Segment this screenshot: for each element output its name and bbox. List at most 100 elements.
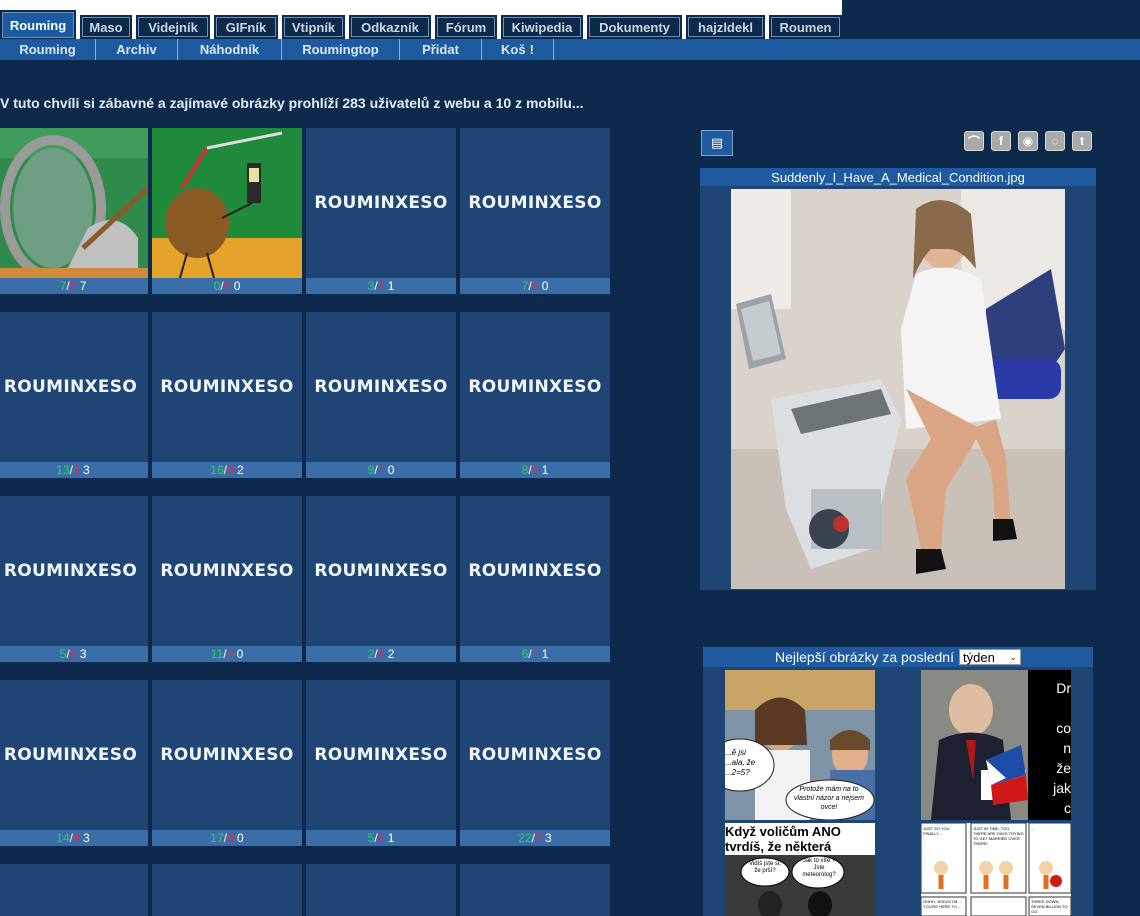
tab-videjn-k[interactable]: Videjník: [136, 15, 210, 39]
downvotes[interactable]: 0: [532, 279, 539, 293]
grid-thumbnail[interactable]: ROUMINXESO: [306, 312, 456, 462]
grid-thumbnail[interactable]: [0, 864, 148, 916]
twitter-icon[interactable]: t: [1072, 131, 1092, 151]
list-view-button[interactable]: ▤: [701, 130, 733, 156]
downvotes[interactable]: 0: [227, 831, 234, 845]
comment-count[interactable]: 0: [234, 279, 241, 293]
tab-rouming[interactable]: Rouming: [0, 10, 76, 40]
comment-count[interactable]: 3: [80, 647, 87, 661]
comment-count[interactable]: 3: [83, 463, 90, 477]
downvotes[interactable]: 8: [70, 279, 77, 293]
grid-thumbnail[interactable]: [306, 864, 456, 916]
upvotes[interactable]: 5: [368, 831, 375, 845]
upvotes[interactable]: 0: [214, 279, 221, 293]
downvotes[interactable]: 2: [378, 279, 385, 293]
grid-thumbnail[interactable]: ROUMINXESO: [460, 496, 610, 646]
android-icon[interactable]: ◉: [1018, 131, 1038, 151]
upvotes[interactable]: 16: [210, 463, 223, 477]
upvotes[interactable]: 3: [368, 279, 375, 293]
grid-thumbnail[interactable]: [152, 864, 302, 916]
vote-stats: 17/0 0: [152, 830, 302, 846]
grid-thumbnail[interactable]: ROUMINXESO: [460, 312, 610, 462]
upvotes[interactable]: 7: [522, 279, 529, 293]
grid-thumbnail[interactable]: ROUMINXESO: [152, 312, 302, 462]
tab-vtipn-k[interactable]: Vtipník: [282, 15, 345, 39]
tab-roumen[interactable]: Roumen: [769, 15, 842, 39]
upvotes[interactable]: 11: [211, 647, 223, 661]
messenger-icon[interactable]: ◌: [1045, 131, 1065, 151]
downvotes[interactable]: 0: [378, 647, 385, 661]
downvotes[interactable]: 0: [532, 463, 539, 477]
upvotes[interactable]: 13: [56, 463, 69, 477]
downvotes[interactable]: 1: [532, 647, 539, 661]
tab-gifn-k[interactable]: GIFník: [214, 15, 278, 39]
comment-count[interactable]: 0: [542, 279, 549, 293]
comment-count[interactable]: 1: [542, 647, 549, 661]
grid-thumbnail[interactable]: ROUMINXESO: [306, 128, 456, 278]
best-thumb-1[interactable]: ...ě jsi ...ala, že ...2=5? Protože mám …: [725, 670, 875, 820]
comment-count[interactable]: 1: [388, 279, 395, 293]
comment-count[interactable]: 0: [237, 647, 244, 661]
grid-thumbnail[interactable]: [460, 864, 610, 916]
grid-thumbnail[interactable]: ROUMINXESO: [152, 680, 302, 830]
downvotes[interactable]: 0: [224, 279, 231, 293]
subnav-roumingtop[interactable]: Roumingtop: [282, 39, 400, 60]
downvotes[interactable]: 0: [73, 831, 80, 845]
upvotes[interactable]: 22: [518, 831, 531, 845]
upvotes[interactable]: 14: [56, 831, 69, 845]
downvotes[interactable]: 0: [70, 647, 77, 661]
best-thumb-4[interactable]: JUST SO YOU FINALLY ... JUST IN TIME, TOO…: [921, 823, 1071, 916]
subnav-rouming[interactable]: Rouming: [0, 39, 96, 60]
comment-count[interactable]: 2: [388, 647, 395, 661]
grid-thumbnail[interactable]: ROUMINXESO: [306, 496, 456, 646]
upvotes[interactable]: 2: [368, 647, 375, 661]
grid-thumbnail[interactable]: ROUMINXESO: [152, 496, 302, 646]
comment-count[interactable]: 1: [388, 831, 395, 845]
grid-thumbnail[interactable]: ROUMINXESO: [460, 680, 610, 830]
upvotes[interactable]: 8: [522, 463, 529, 477]
best-thumb-2[interactable]: Dr co n že jak c: [921, 670, 1071, 820]
comment-count[interactable]: 0: [388, 463, 395, 477]
image-title[interactable]: Suddenly_I_Have_A_Medical_Condition.jpg: [700, 168, 1096, 186]
main-image[interactable]: [731, 189, 1065, 589]
facebook-icon[interactable]: f: [991, 131, 1011, 151]
placeholder-logo: ROUMINXESO: [3, 745, 138, 765]
subnav-p-idat[interactable]: Přidat: [400, 39, 482, 60]
upvotes[interactable]: 6: [522, 647, 529, 661]
comment-count[interactable]: 2: [237, 463, 244, 477]
upvotes[interactable]: 17: [210, 831, 223, 845]
grid-thumbnail[interactable]: ROUMINXESO: [0, 312, 148, 462]
downvotes[interactable]: 0: [227, 647, 234, 661]
downvotes[interactable]: 5: [378, 831, 385, 845]
grid-thumbnail[interactable]: ROUMINXESO: [460, 128, 610, 278]
subnav-archiv[interactable]: Archiv: [96, 39, 178, 60]
tab-odkazn-k[interactable]: Odkazník: [349, 15, 431, 39]
tab-dokumenty[interactable]: Dokumenty: [587, 15, 682, 39]
upvotes[interactable]: 5: [60, 647, 67, 661]
tab-f-rum[interactable]: Fórum: [435, 15, 497, 39]
upvotes[interactable]: 9: [368, 463, 375, 477]
tab-hajzldekl[interactable]: hajzldekl: [686, 15, 765, 39]
comment-count[interactable]: 3: [545, 831, 552, 845]
comment-count[interactable]: 3: [83, 831, 90, 845]
period-select[interactable]: týden ⌄: [959, 649, 1021, 665]
subnav-ko-[interactable]: Koš!: [482, 39, 554, 60]
upvotes[interactable]: 7: [60, 279, 67, 293]
rss-icon[interactable]: ⌒: [964, 131, 984, 151]
grid-thumbnail[interactable]: ROUMINXESO: [306, 680, 456, 830]
grid-thumbnail[interactable]: [152, 128, 302, 278]
grid-thumbnail[interactable]: ROUMINXESO: [0, 496, 148, 646]
downvotes[interactable]: 0: [227, 463, 234, 477]
downvotes[interactable]: 1: [378, 463, 385, 477]
comment-count[interactable]: 0: [237, 831, 244, 845]
comment-count[interactable]: 7: [80, 279, 87, 293]
subnav-n-hodn-k[interactable]: Náhodník: [178, 39, 282, 60]
downvotes[interactable]: 2: [535, 831, 542, 845]
downvotes[interactable]: 1: [73, 463, 80, 477]
comment-count[interactable]: 1: [542, 463, 549, 477]
best-thumb-3[interactable]: Když voličům ANO tvrdíš, že některá opat…: [725, 823, 875, 916]
grid-thumbnail[interactable]: [0, 128, 148, 278]
grid-thumbnail[interactable]: ROUMINXESO: [0, 680, 148, 830]
tab-kiwipedia[interactable]: Kiwipedia: [501, 15, 583, 39]
tab-maso[interactable]: Maso: [80, 15, 132, 39]
